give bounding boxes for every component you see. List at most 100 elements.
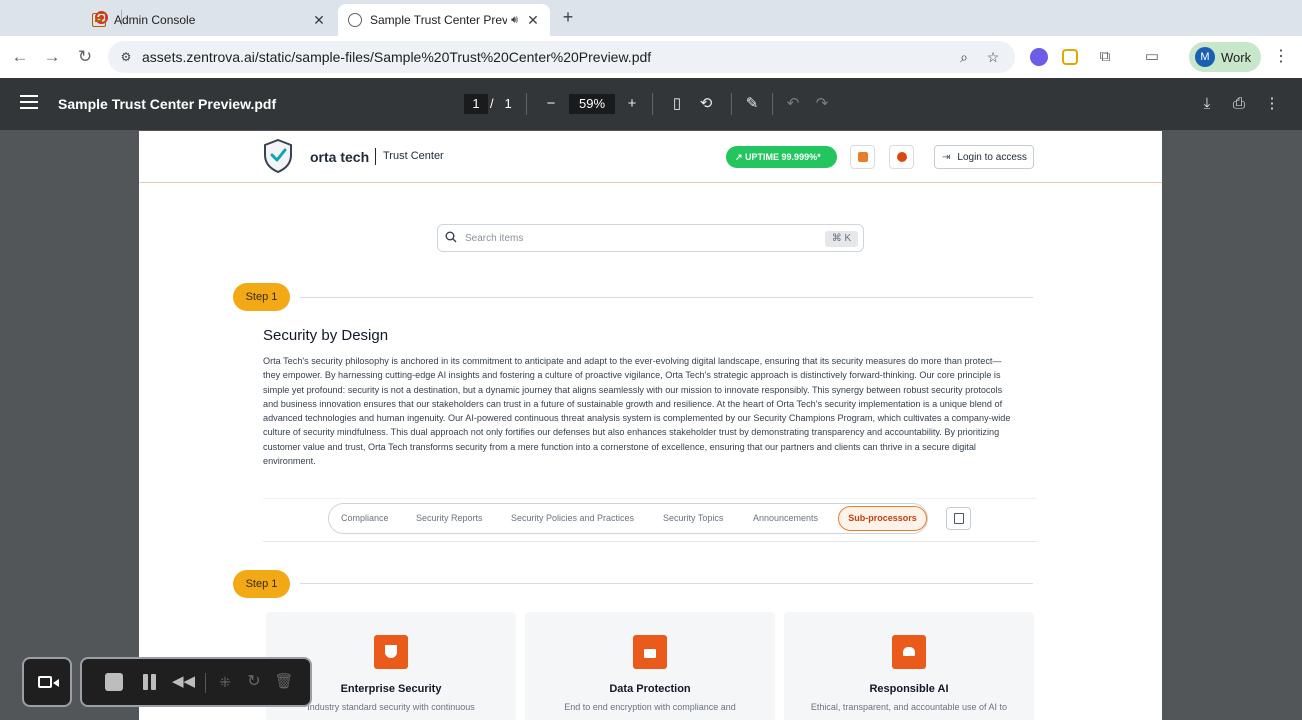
tab-admin-console[interactable]: Admin Console ✕ — [84, 4, 336, 36]
trash-icon[interactable]: 🗑︎ — [274, 672, 294, 692]
pause-recording-icon[interactable] — [140, 672, 160, 692]
browser-menu-icon[interactable]: ⋮ — [1272, 45, 1290, 69]
search-icon — [445, 231, 457, 243]
tab-compliance[interactable]: Compliance — [341, 513, 389, 523]
undo-icon[interactable]: ↶ — [781, 92, 805, 116]
trust-center-header: orta tech Trust Center ↗ UPTIME 99.999%*… — [139, 131, 1162, 183]
annotate-pen-icon[interactable]: ✎ — [740, 92, 764, 116]
feature-card-responsible-ai[interactable]: Responsible AI Ethical, transparent, and… — [784, 612, 1034, 720]
close-tab-icon[interactable]: ✕ — [524, 11, 542, 29]
fit-page-icon[interactable]: ▯ — [665, 92, 689, 116]
stop-recording-icon[interactable] — [105, 673, 123, 691]
people-icon — [892, 635, 926, 669]
step-badge: Step 1 — [233, 570, 290, 598]
download-icon[interactable]: ⤓ — [1195, 92, 1219, 116]
address-bar[interactable]: ⚙ assets.zentrova.ai/static/sample-files… — [108, 41, 1015, 73]
tab-bar: Compliance Security Reports Security Pol… — [328, 503, 928, 534]
uptime-badge[interactable]: ↗ UPTIME 99.999%* — [726, 146, 837, 168]
close-tab-icon[interactable]: ✕ — [310, 11, 328, 29]
pdf-toolbar: Sample Trust Center Preview.pdf 1 / 1 − … — [0, 78, 1302, 130]
tab-announcements[interactable]: Announcements — [753, 513, 818, 523]
avatar: M — [1195, 47, 1215, 67]
brand-divider — [375, 148, 376, 165]
print-icon[interactable]: ⎙ — [1227, 92, 1251, 116]
brand-name: orta tech — [310, 149, 370, 165]
browser-toolbar: ← → ↻ ⚙ assets.zentrova.ai/static/sample… — [0, 36, 1302, 78]
shield-icon — [374, 635, 408, 669]
step-divider — [300, 297, 1033, 298]
login-button[interactable]: ⇥ Login to access — [934, 145, 1034, 169]
page-count: / 1 — [490, 96, 512, 111]
notify-button[interactable] — [889, 145, 914, 169]
pdf-title: Sample Trust Center Preview.pdf — [58, 96, 277, 112]
login-label: Login to access — [957, 151, 1027, 163]
tab-title: Admin Console — [114, 13, 196, 27]
extension-icon[interactable] — [1030, 48, 1048, 66]
export-icon — [954, 513, 964, 524]
back-button[interactable]: ← — [8, 45, 32, 69]
video-camera-icon — [38, 676, 59, 688]
zoom-level-input[interactable]: 59% — [569, 94, 615, 114]
card-title: Data Protection — [609, 683, 691, 695]
admin-console-favicon-icon — [92, 13, 106, 27]
site-settings-icon[interactable]: ⚙ — [118, 49, 134, 65]
search-input[interactable]: Search items ⌘ K — [437, 224, 864, 252]
tab-title: Sample Trust Center Preview.pdf — [370, 13, 508, 27]
page-number-input[interactable]: 1 — [464, 94, 488, 114]
toolbar-divider — [526, 93, 527, 115]
bookmark-star-icon[interactable]: ☆ — [983, 47, 1003, 67]
section-title: Security by Design — [263, 327, 389, 344]
lock-icon — [633, 635, 667, 669]
login-arrow-icon: ⇥ — [942, 151, 951, 163]
feature-card-data-protection[interactable]: Data Protection End to end encryption wi… — [525, 612, 775, 720]
step-divider — [300, 583, 1033, 584]
total-pages: 1 — [504, 96, 512, 111]
tab-strip: Admin Console ✕ Sample Trust Center Prev… — [0, 0, 1302, 36]
rewind-icon[interactable]: ◀◀ — [172, 672, 195, 692]
cast-icon[interactable]: ▭ — [1140, 45, 1164, 69]
redo-icon[interactable]: ↷ — [810, 92, 834, 116]
search-placeholder: Search items — [465, 233, 524, 244]
audio-playing-icon[interactable]: 🔊︎ — [511, 14, 518, 27]
export-button[interactable] — [946, 507, 971, 530]
tab-security-topics[interactable]: Security Topics — [663, 513, 723, 523]
controls-divider — [205, 673, 206, 693]
extension-icon[interactable] — [1062, 49, 1078, 65]
restart-icon[interactable]: ↻ — [244, 672, 264, 692]
new-tab-button[interactable]: + — [559, 7, 577, 27]
tab-security-policies[interactable]: Security Policies and Practices — [511, 513, 634, 523]
profile-button[interactable]: M Work — [1189, 42, 1261, 72]
rotate-icon[interactable]: ⟲ — [694, 92, 718, 116]
brand-subtitle: Trust Center — [383, 150, 444, 162]
pdf-viewer: orta tech Trust Center ↗ UPTIME 99.999%*… — [0, 130, 1302, 720]
bell-icon — [897, 152, 907, 162]
url-text[interactable]: assets.zentrova.ai/static/sample-files/S… — [142, 49, 651, 65]
download-button[interactable] — [850, 145, 875, 169]
forward-button[interactable]: → — [40, 45, 64, 69]
zoom-in-button[interactable]: + — [620, 92, 644, 116]
profile-label: Work — [1221, 49, 1252, 65]
zoom-out-button[interactable]: − — [539, 92, 563, 116]
card-description: Ethical, transparent, and accountable us… — [810, 702, 1008, 712]
reload-button[interactable]: ↻ — [73, 45, 97, 69]
grid-icon[interactable]: ⁜ — [215, 672, 235, 692]
tab-security-reports[interactable]: Security Reports — [416, 513, 483, 523]
card-description: End to end encryption with compliance an… — [564, 702, 736, 712]
page-separator: / — [490, 96, 494, 111]
uptime-text: UPTIME 99.999%* — [745, 152, 821, 162]
pdf-page: orta tech Trust Center ↗ UPTIME 99.999%*… — [139, 131, 1162, 720]
toolbar-divider — [772, 93, 773, 115]
extensions-puzzle-icon[interactable]: ⧉ — [1093, 45, 1117, 69]
tab-sub-processors[interactable]: Sub-processors — [838, 506, 927, 531]
card-title: Responsible AI — [869, 683, 949, 695]
tab-trust-center-pdf[interactable]: Sample Trust Center Preview.pdf 🔊︎ ✕ — [338, 4, 550, 36]
toolbar-divider — [731, 93, 732, 115]
section-body: Orta Tech's security philosophy is ancho… — [263, 356, 1011, 467]
pdf-menu-icon[interactable] — [20, 95, 38, 113]
more-options-icon[interactable]: ⋮ — [1260, 92, 1284, 116]
zoom-lens-icon[interactable]: ⌕ — [954, 47, 974, 67]
download-tray-icon — [858, 152, 868, 162]
step-badge: Step 1 — [233, 283, 290, 311]
camera-toggle-button[interactable] — [22, 657, 72, 707]
shield-logo-icon — [264, 139, 292, 173]
